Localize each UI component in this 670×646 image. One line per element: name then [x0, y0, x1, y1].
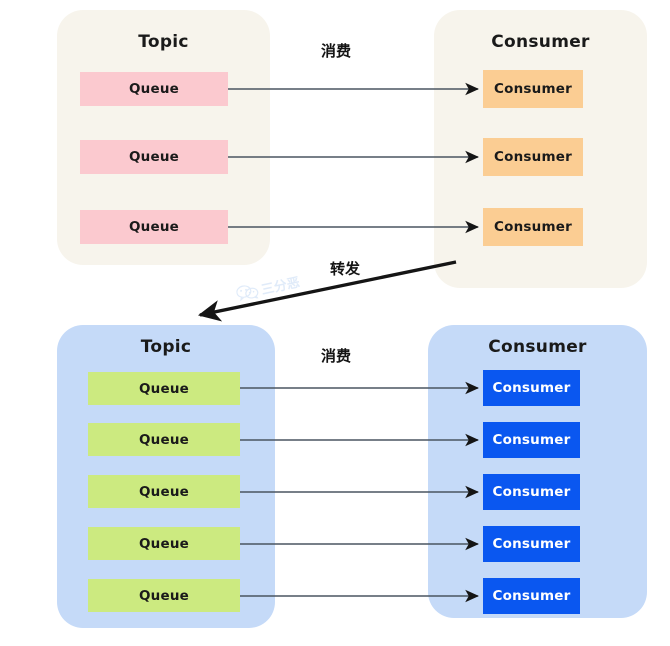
- wechat-icon: [236, 284, 260, 302]
- queue-box[interactable]: Queue: [88, 372, 240, 405]
- topic-panel-title-top: Topic: [138, 32, 189, 52]
- queue-label: Queue: [138, 380, 189, 397]
- consumer-box[interactable]: Consumer: [483, 422, 580, 458]
- queue-label: Queue: [138, 535, 189, 552]
- forward-label: 转发: [329, 259, 361, 279]
- queue-box[interactable]: Queue: [80, 72, 228, 106]
- queue-box[interactable]: Queue: [88, 475, 240, 508]
- queue-label: Queue: [138, 431, 189, 448]
- consume-label-top: 消费: [321, 42, 352, 60]
- queue-label: Queue: [138, 483, 189, 500]
- consumer-box[interactable]: Consumer: [483, 474, 580, 510]
- queue-box[interactable]: Queue: [80, 140, 228, 174]
- queue-label: Queue: [128, 219, 179, 235]
- consume-label-bottom: 消费: [321, 347, 352, 365]
- consumer-label: Consumer: [494, 219, 572, 235]
- watermark: 三分恶: [235, 272, 302, 304]
- consumer-box[interactable]: Consumer: [483, 526, 580, 562]
- consumer-panel-title-top: Consumer: [491, 32, 590, 52]
- queue-label: Queue: [128, 81, 179, 97]
- consumer-box[interactable]: Consumer: [483, 138, 583, 176]
- consumer-label: Consumer: [494, 81, 572, 97]
- queue-box[interactable]: Queue: [88, 423, 240, 456]
- consumer-label: Consumer: [492, 588, 571, 604]
- consumer-label: Consumer: [492, 380, 571, 396]
- consumer-label: Consumer: [492, 432, 571, 448]
- queue-label: Queue: [128, 149, 179, 165]
- queue-box[interactable]: Queue: [88, 527, 240, 560]
- consumer-box[interactable]: Consumer: [483, 370, 580, 406]
- diagram-canvas: Topic Consumer Queue Queue Queue Consume…: [0, 0, 670, 646]
- consumer-box[interactable]: Consumer: [483, 70, 583, 108]
- consumer-box[interactable]: Consumer: [483, 578, 580, 614]
- watermark-text: 三分恶: [260, 275, 302, 299]
- queue-box[interactable]: Queue: [88, 579, 240, 612]
- consumer-panel-bottom: Consumer: [428, 325, 647, 618]
- topic-panel-title-bottom: Topic: [140, 337, 192, 357]
- consumer-label: Consumer: [494, 149, 572, 165]
- queue-box[interactable]: Queue: [80, 210, 228, 244]
- consumer-panel-title-bottom: Consumer: [488, 337, 587, 357]
- consumer-box[interactable]: Consumer: [483, 208, 583, 246]
- queue-label: Queue: [138, 587, 189, 604]
- consumer-label: Consumer: [492, 536, 571, 552]
- consumer-label: Consumer: [492, 484, 571, 500]
